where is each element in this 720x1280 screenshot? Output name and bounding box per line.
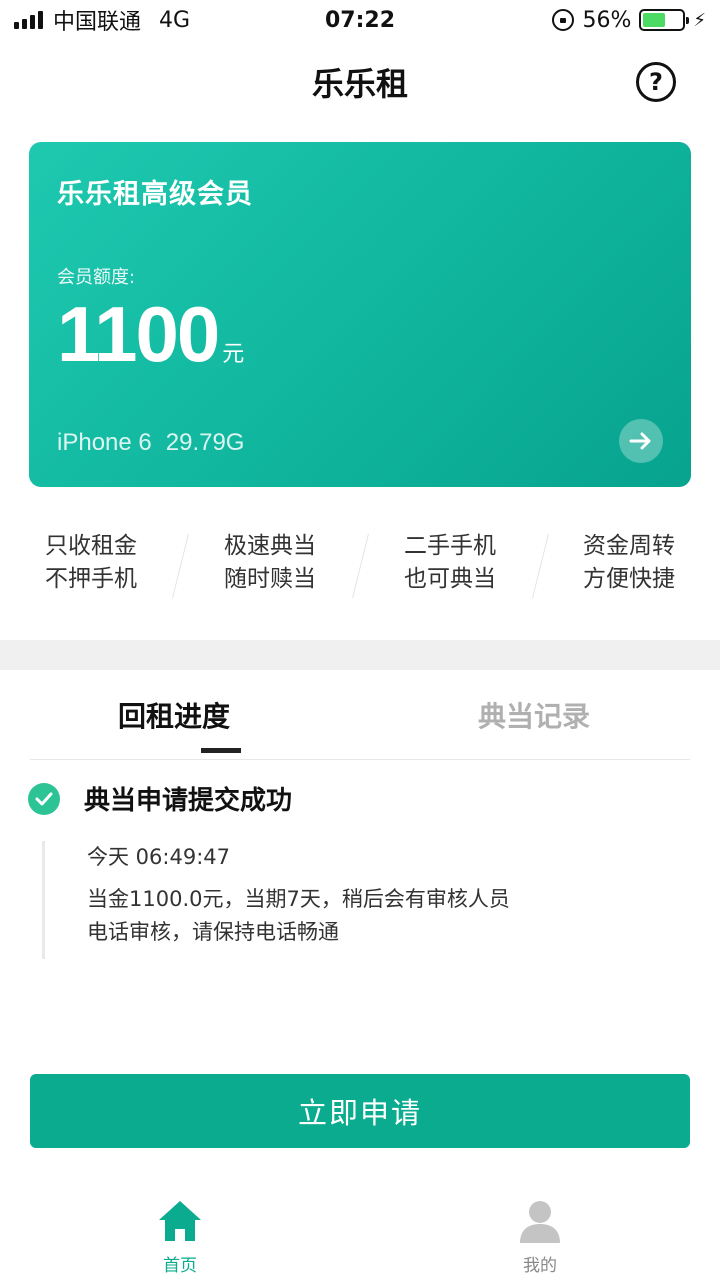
help-icon[interactable]: ? (636, 62, 676, 102)
step-description: 当金1100.0元，当期7天，稍后会有审核人员电话审核，请保持电话畅通 (87, 887, 510, 944)
feature-list: 只收租金 不押手机 极速典当 随时赎当 二手手机 也可典当 资金周转 方便快捷 (0, 530, 720, 596)
signal-icon (14, 11, 43, 29)
active-tab-indicator (201, 748, 241, 753)
apply-now-button[interactable]: 立即申请 (30, 1074, 690, 1148)
tab-bar-mine[interactable]: 我的 (360, 1185, 720, 1280)
carrier-name: 中国联通 (53, 10, 142, 35)
progress-timeline: 典当申请提交成功 今天 06:49:47 当金1100.0元，当期7天，稍后会有… (28, 780, 692, 959)
nav-bar: 乐乐租 ? (0, 40, 720, 124)
user-icon (520, 1201, 560, 1243)
tab-bar-mine-label: 我的 (523, 1256, 557, 1276)
tab-lease-progress[interactable]: 回租进度 (30, 670, 360, 759)
feature-item: 只收租金 不押手机 (45, 533, 137, 592)
tab-bar-home-label: 首页 (163, 1256, 197, 1276)
member-card[interactable]: 乐乐租高级会员 会员额度: 1100 元 iPhone 6 29.79G (29, 142, 691, 487)
rotation-lock-icon (552, 9, 575, 31)
step-time: 今天 06:49:47 (87, 845, 230, 869)
device-model: iPhone 6 (57, 429, 152, 456)
battery-fill (643, 13, 665, 27)
feature-item: 二手手机 也可典当 (360, 530, 540, 596)
feature-item: 资金周转 方便快捷 (540, 530, 720, 596)
battery-percent: 56% (582, 7, 632, 33)
charging-icon: ⚡ (693, 9, 706, 31)
bottom-tab-bar: 首页 我的 (0, 1185, 720, 1280)
step-detail: 今天 06:49:47 当金1100.0元，当期7天，稍后会有审核人员电话审核，… (42, 841, 692, 959)
check-icon (28, 782, 60, 815)
section-divider (0, 640, 720, 670)
record-tabs: 回租进度 典当记录 (30, 670, 690, 760)
battery-icon (639, 9, 690, 31)
tab-bar-home[interactable]: 首页 (0, 1185, 360, 1280)
quota-unit: 元 (222, 342, 245, 367)
network-type: 4G (159, 7, 191, 33)
device-storage: 29.79G (165, 429, 245, 456)
home-icon (159, 1201, 201, 1241)
quota-value: 1100 (57, 290, 220, 378)
feature-item: 极速典当 随时赎当 (180, 530, 360, 596)
arrow-right-icon[interactable] (619, 419, 663, 463)
step-title: 典当申请提交成功 (84, 786, 293, 816)
quota-label: 会员额度: (57, 267, 136, 288)
page-title: 乐乐租 (311, 65, 408, 103)
tab-pawn-records[interactable]: 典当记录 (360, 670, 690, 759)
device-info: iPhone 6 29.79G (57, 429, 244, 457)
member-card-title: 乐乐租高级会员 (57, 179, 253, 210)
status-bar: 中国联通 4G 07:22 56% ⚡ (0, 0, 720, 40)
